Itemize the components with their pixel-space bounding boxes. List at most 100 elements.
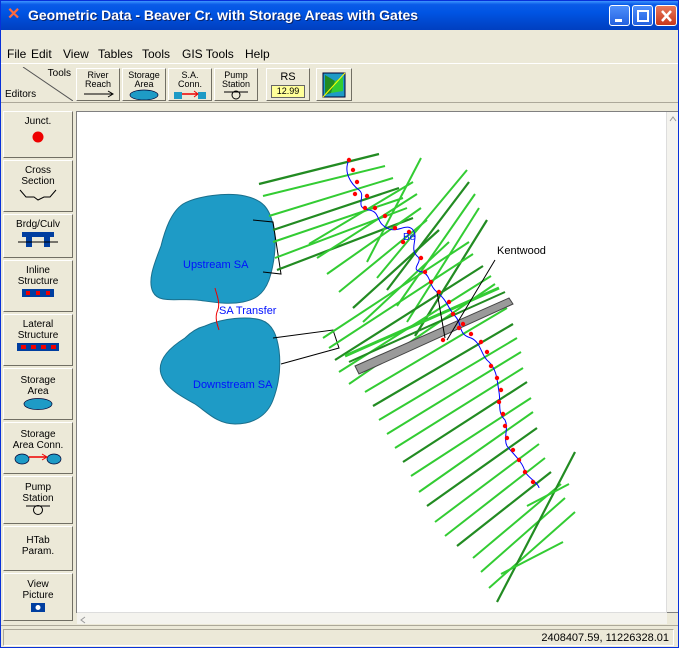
view-picture-label-1: View — [27, 579, 49, 590]
xs-river-point — [456, 325, 462, 331]
cross-section-label-2: Section — [21, 176, 55, 187]
river-reach-label-2: Reach — [84, 79, 111, 89]
xs-river-point — [494, 375, 500, 381]
storage-area-icon — [129, 89, 159, 101]
cross-section-line[interactable] — [434, 443, 540, 523]
xs-river-point — [500, 411, 506, 417]
kentwood-label: Kentwood — [497, 245, 546, 257]
sa-transfer-label: SA Transfer — [219, 305, 277, 317]
cross-section-line[interactable] — [444, 457, 546, 537]
title-bar[interactable]: ✕ Geometric Data - Beaver Cr. with Stora… — [1, 1, 678, 30]
cross-section-line[interactable] — [488, 511, 576, 589]
pump-station-tool-label-2: Station — [22, 493, 54, 504]
cross-section-line[interactable] — [364, 307, 508, 393]
junction-icon — [32, 131, 44, 143]
rs-value: 12.99 — [271, 85, 305, 98]
storage-area-tool-label-1: Storage — [20, 375, 56, 386]
cross-section-line[interactable] — [394, 367, 524, 449]
cross-section-line[interactable] — [386, 351, 522, 435]
tools-label: Tools — [47, 68, 71, 79]
cross-section-line[interactable] — [262, 165, 386, 197]
bridge-culvert-button[interactable]: Brdg/Culv — [3, 214, 73, 258]
cross-section-line[interactable] — [456, 471, 552, 547]
menu-edit[interactable]: Edit — [31, 47, 52, 61]
vertical-scrollbar[interactable] — [666, 112, 678, 612]
map-drawing: Upstream SA Downstream SA SA Transfer Ke… — [150, 152, 576, 603]
xs-river-point — [498, 387, 504, 393]
river-label: Be — [403, 232, 416, 243]
map-icon — [322, 72, 346, 98]
xs-river-point — [362, 205, 368, 211]
scroll-up-icon[interactable] — [667, 113, 679, 125]
storage-area-button[interactable]: Storage Area — [122, 68, 166, 101]
pump-station-button[interactable]: Pump Station — [214, 68, 258, 101]
xs-river-point — [516, 457, 522, 463]
xs-river-point — [530, 479, 536, 485]
storage-area-conn-label-2: Area Conn. — [12, 440, 64, 451]
downstream-storage-area — [159, 317, 281, 425]
sa-conn-button[interactable]: S.A. Conn. — [168, 68, 212, 101]
lateral-structure-button[interactable]: Lateral Structure — [3, 314, 73, 366]
xs-river-point — [418, 255, 424, 261]
horizontal-scrollbar[interactable] — [77, 612, 667, 624]
maximize-button[interactable] — [632, 5, 653, 26]
htab-param-button[interactable]: HTab Param. — [3, 526, 73, 571]
cross-section-line[interactable] — [396, 193, 476, 307]
xs-river-point — [478, 339, 484, 345]
coordinate-readout: 2408407.59, 11226328.01 — [541, 632, 669, 644]
minimize-button[interactable] — [609, 5, 630, 26]
view-picture-button[interactable]: View Picture — [3, 573, 73, 621]
xs-river-point — [496, 399, 502, 405]
xs-river-point — [422, 269, 428, 275]
camera-icon — [31, 603, 45, 612]
cross-section-line[interactable] — [274, 207, 408, 259]
window-title: Geometric Data - Beaver Cr. with Storage… — [28, 7, 419, 23]
gis-map-button[interactable] — [316, 68, 352, 101]
downstream-sa-label: Downstream SA — [193, 379, 273, 391]
xs-river-point — [350, 167, 356, 173]
storage-area-conn-icon — [14, 453, 62, 465]
junction-label: Junct. — [24, 116, 52, 127]
sa-conn-icon — [174, 90, 206, 99]
storage-area-tool-button[interactable]: Storage Area — [3, 368, 73, 420]
menu-file[interactable]: File — [7, 47, 26, 61]
storage-area-conn-label-1: Storage — [20, 429, 56, 440]
xs-river-point — [436, 289, 442, 295]
cross-section-button[interactable]: Cross Section — [3, 160, 73, 212]
pump-station-tool-label-1: Pump — [24, 482, 52, 493]
htab-label-2: Param. — [21, 546, 55, 557]
upstream-sa-label: Upstream SA — [183, 259, 249, 271]
xs-river-point — [460, 321, 466, 327]
junction-button[interactable]: Junct. — [3, 111, 73, 158]
status-bar: 2408407.59, 11226328.01 — [1, 625, 678, 647]
view-picture-label-2: Picture — [22, 590, 54, 601]
rs-button[interactable]: RS 12.99 — [266, 68, 310, 101]
menu-help[interactable]: Help — [245, 47, 270, 61]
storage-area-label-2: Area — [134, 79, 154, 89]
menu-tables[interactable]: Tables — [98, 47, 133, 61]
menu-gis-tools[interactable]: GIS Tools — [182, 47, 234, 61]
river-reach-button[interactable]: River Reach — [76, 68, 120, 101]
cross-section-line[interactable] — [426, 427, 538, 507]
lateral-structure-icon — [17, 343, 59, 351]
tools-editors-corner: Tools Editors — [3, 67, 73, 101]
storage-area-tool-label-2: Area — [27, 386, 49, 397]
xs-river-point — [382, 213, 388, 219]
cross-section-line[interactable] — [480, 497, 566, 573]
cross-section-line[interactable] — [258, 152, 380, 186]
geometry-canvas[interactable]: Upstream SA Downstream SA SA Transfer Ke… — [76, 111, 678, 613]
menu-tools[interactable]: Tools — [142, 47, 170, 61]
pump-station-tool-button[interactable]: Pump Station — [3, 476, 73, 524]
pump-station-label-2: Station — [221, 79, 251, 89]
xs-river-point — [468, 331, 474, 337]
inline-structure-button[interactable]: Inline Structure — [3, 260, 73, 312]
toolbar: Tools Editors River Reach Storage Area S… — [1, 63, 678, 103]
menu-view[interactable]: View — [63, 47, 89, 61]
xs-river-point — [504, 435, 510, 441]
cross-section-icon — [19, 189, 57, 201]
storage-area-conn-button[interactable]: Storage Area Conn. — [3, 422, 73, 474]
xs-river-point — [440, 337, 446, 343]
xs-river-point — [392, 225, 398, 231]
close-button[interactable] — [655, 5, 677, 26]
xs-river-point — [428, 279, 434, 285]
